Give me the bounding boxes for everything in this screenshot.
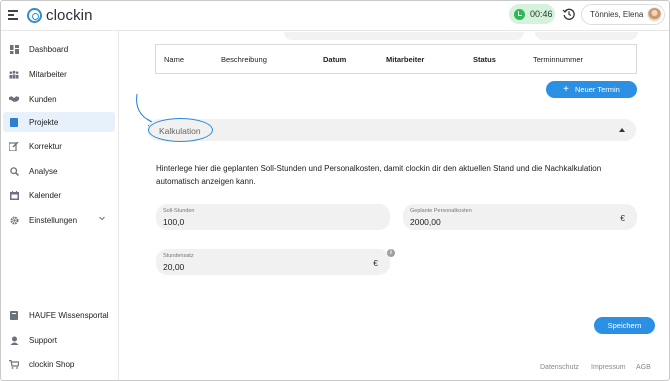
sidebar-item-label: clockin Shop bbox=[29, 359, 75, 369]
cut-off-field bbox=[284, 32, 524, 40]
stundensatz-label: Stundensatz bbox=[163, 253, 194, 259]
sidebar: Dashboard Mitarbeiter Kunden Projekte Ko… bbox=[1, 31, 119, 380]
logo-text: clockin bbox=[46, 6, 93, 24]
sidebar-item-label: Support bbox=[29, 335, 58, 345]
column-header-terminnummer[interactable]: Terminnummer bbox=[533, 55, 583, 64]
app-window: clockin 00:46 Tönnies, Elena Dashboard M… bbox=[0, 0, 670, 381]
column-header-status[interactable]: Status bbox=[473, 55, 496, 64]
datenschutz-link[interactable]: Datenschutz bbox=[540, 364, 579, 371]
sidebar-item-label: Einstellungen bbox=[29, 215, 78, 225]
avatar bbox=[647, 7, 662, 22]
soll-stunden-label: Soll-Stunden bbox=[163, 208, 195, 214]
handshake-icon bbox=[9, 94, 19, 104]
personalkosten-label: Geplante Personalkosten bbox=[410, 208, 472, 214]
sidebar-item-dashboard[interactable]: Dashboard bbox=[3, 39, 115, 59]
personalkosten-field[interactable]: Geplante Personalkosten 2000,00 € bbox=[403, 204, 637, 230]
history-icon[interactable] bbox=[562, 7, 576, 21]
user-name: Tönnies, Elena bbox=[590, 10, 644, 19]
time-tracking-timer[interactable]: 00:46 bbox=[509, 4, 555, 24]
sidebar-item-kalender[interactable]: Kalender bbox=[3, 185, 115, 205]
cut-off-field bbox=[535, 32, 638, 40]
sidebar-item-label: Dashboard bbox=[29, 44, 69, 54]
soll-stunden-value: 100,0 bbox=[163, 217, 185, 227]
sidebar-item-label: Projekte bbox=[29, 117, 59, 127]
sidebar-item-analyse[interactable]: Analyse bbox=[3, 161, 115, 181]
sidebar-item-shop[interactable]: clockin Shop bbox=[3, 354, 115, 374]
soll-stunden-field[interactable]: Soll-Stunden 100,0 bbox=[156, 204, 390, 230]
column-header-beschreibung[interactable]: Beschreibung bbox=[221, 55, 267, 64]
caret-up-icon bbox=[619, 128, 625, 132]
euro-unit: € bbox=[620, 213, 625, 223]
menu-toggle-icon[interactable] bbox=[8, 10, 18, 20]
main-content: Name Beschreibung Datum Mitarbeiter Stat… bbox=[120, 32, 669, 380]
agb-link[interactable]: AGB bbox=[636, 364, 651, 371]
edit-icon bbox=[9, 141, 19, 151]
sidebar-item-label: Mitarbeiter bbox=[29, 69, 67, 79]
impressum-link[interactable]: Impressum bbox=[591, 364, 626, 371]
kalkulation-section-toggle[interactable]: Kalkulation bbox=[148, 119, 636, 141]
new-appointment-label: Neuer Termin bbox=[574, 85, 620, 94]
sidebar-item-einstellungen[interactable]: Einstellungen bbox=[3, 210, 115, 230]
gear-icon bbox=[9, 215, 19, 225]
sidebar-item-label: HAUFE Wissensportal bbox=[29, 310, 109, 320]
save-button[interactable]: Speichern bbox=[594, 317, 655, 334]
project-icon bbox=[9, 117, 19, 127]
stundensatz-value: 20,00 bbox=[163, 262, 185, 272]
top-bar: clockin 00:46 Tönnies, Elena bbox=[1, 1, 669, 31]
info-icon[interactable]: i bbox=[387, 249, 395, 257]
sidebar-item-label: Kalender bbox=[29, 190, 62, 200]
column-header-datum[interactable]: Datum bbox=[323, 55, 346, 64]
chevron-down-icon bbox=[99, 216, 105, 222]
kalkulation-description: Hinterlege hier die geplanten Soll-Stund… bbox=[156, 164, 602, 186]
sidebar-item-support[interactable]: Support bbox=[3, 330, 115, 350]
book-icon bbox=[9, 310, 19, 320]
annotation-highlight-circle bbox=[148, 118, 213, 142]
users-icon bbox=[9, 69, 19, 79]
sidebar-item-mitarbeiter[interactable]: Mitarbeiter bbox=[3, 64, 115, 84]
sidebar-item-label: Analyse bbox=[29, 166, 58, 176]
clock-icon bbox=[514, 8, 525, 20]
new-appointment-button[interactable]: + Neuer Termin bbox=[546, 81, 637, 98]
clockin-logo-icon bbox=[27, 7, 42, 23]
column-header-name[interactable]: Name bbox=[164, 55, 184, 64]
user-menu[interactable]: Tönnies, Elena bbox=[581, 4, 665, 25]
stundensatz-field[interactable]: Stundensatz 20,00 € bbox=[156, 249, 390, 275]
sidebar-item-label: Kunden bbox=[29, 94, 57, 104]
sidebar-item-haufe[interactable]: HAUFE Wissensportal bbox=[3, 305, 115, 325]
plus-icon: + bbox=[563, 83, 569, 95]
analysis-icon bbox=[9, 166, 19, 176]
sidebar-item-projekte[interactable]: Projekte bbox=[3, 112, 115, 132]
support-icon bbox=[9, 335, 19, 345]
app-logo[interactable]: clockin bbox=[27, 6, 93, 24]
appointments-table-header: Name Beschreibung Datum Mitarbeiter Stat… bbox=[155, 44, 637, 74]
euro-unit: € bbox=[373, 258, 378, 268]
sidebar-item-label: Korrektur bbox=[29, 141, 62, 151]
timer-text: 00:46 bbox=[530, 9, 553, 19]
dashboard-icon bbox=[9, 44, 19, 54]
sidebar-item-korrektur[interactable]: Korrektur bbox=[3, 136, 115, 156]
cart-icon bbox=[9, 359, 19, 369]
column-header-mitarbeiter[interactable]: Mitarbeiter bbox=[386, 55, 424, 64]
sidebar-item-kunden[interactable]: Kunden bbox=[3, 89, 115, 109]
calendar-icon bbox=[9, 190, 19, 200]
personalkosten-value: 2000,00 bbox=[410, 217, 441, 227]
